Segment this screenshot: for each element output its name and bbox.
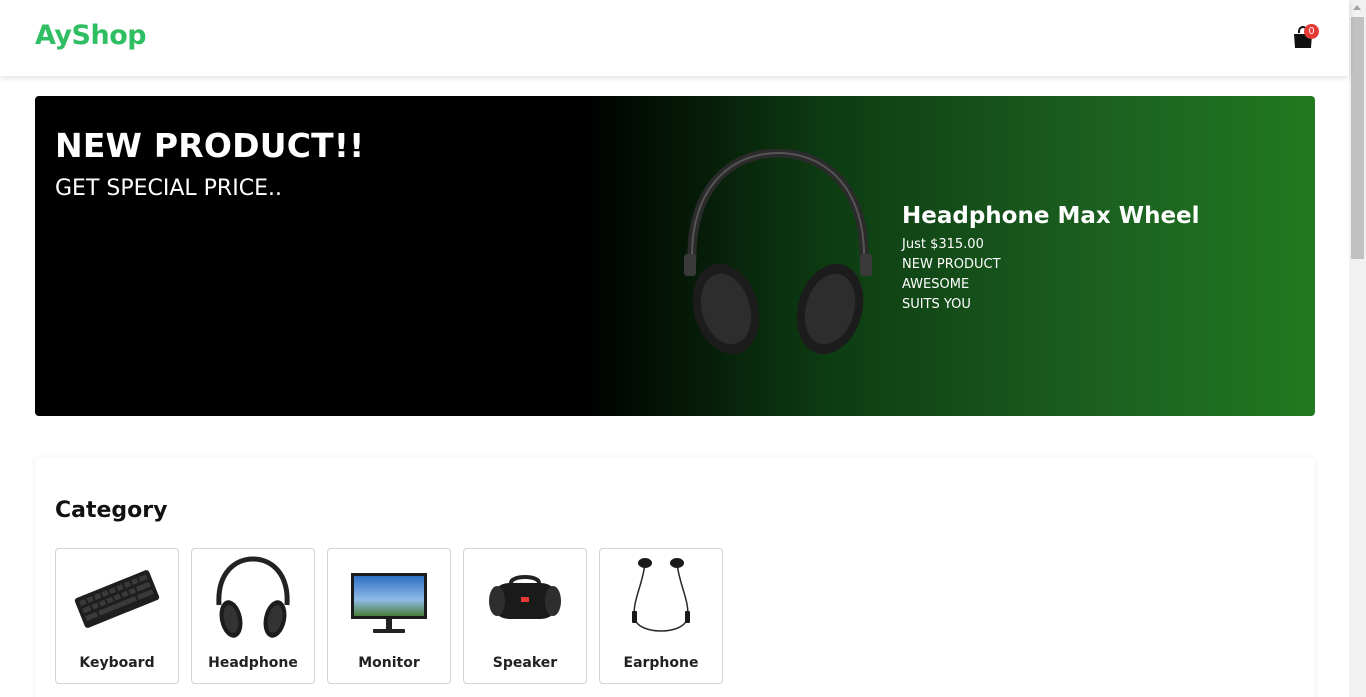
earphone-icon <box>632 558 690 632</box>
top-navbar: AyShop 0 <box>0 0 1349 76</box>
headphone-product-image <box>684 149 872 355</box>
cart-count-badge: 0 <box>1304 24 1319 39</box>
category-label: Speaker <box>492 655 558 671</box>
scroll-up-arrow-icon[interactable] <box>1353 5 1361 10</box>
scrollbar-thumb[interactable] <box>1351 17 1364 259</box>
product-name[interactable]: Headphone Max Wheel <box>902 203 1200 229</box>
cart-button[interactable]: 0 <box>1292 24 1319 52</box>
category-card-monitor[interactable]: Monitor <box>327 548 451 684</box>
hero-banner: NEW PRODUCT!! GET SPECIAL PRICE.. Headph… <box>35 96 1315 416</box>
page-scrollbar[interactable] <box>1349 0 1366 697</box>
hero-subtitle: GET SPECIAL PRICE.. <box>55 176 282 201</box>
hero-title: NEW PRODUCT!! <box>55 126 365 165</box>
category-card-speaker[interactable]: Speaker <box>463 548 587 684</box>
category-label: Keyboard <box>79 655 155 671</box>
category-label: Earphone <box>623 655 699 671</box>
category-card-earphone[interactable]: Earphone <box>599 548 723 684</box>
category-title: Category <box>55 498 168 523</box>
featured-product-info: Headphone Max Wheel Just $315.00 NEW PRO… <box>902 203 1200 315</box>
product-tag: AWESOME <box>902 277 970 292</box>
keyboard-icon <box>74 570 160 628</box>
category-card-keyboard[interactable]: Keyboard <box>55 548 179 684</box>
monitor-icon <box>351 573 427 633</box>
category-list: Keyboard Headphone Monitor Speaker Earph… <box>55 548 723 684</box>
category-card-headphone[interactable]: Headphone <box>191 548 315 684</box>
product-tag: SUITS YOU <box>902 297 971 312</box>
category-section: Category Keyboard Headphone Monitor Spea… <box>35 458 1315 697</box>
speaker-icon <box>489 575 561 619</box>
product-price: Just $315.00 <box>902 237 984 252</box>
brand-logo[interactable]: AyShop <box>35 20 147 51</box>
category-label: Monitor <box>358 655 420 671</box>
category-label: Headphone <box>208 655 298 671</box>
product-tag: NEW PRODUCT <box>902 257 1001 272</box>
headphone-icon <box>216 556 290 638</box>
